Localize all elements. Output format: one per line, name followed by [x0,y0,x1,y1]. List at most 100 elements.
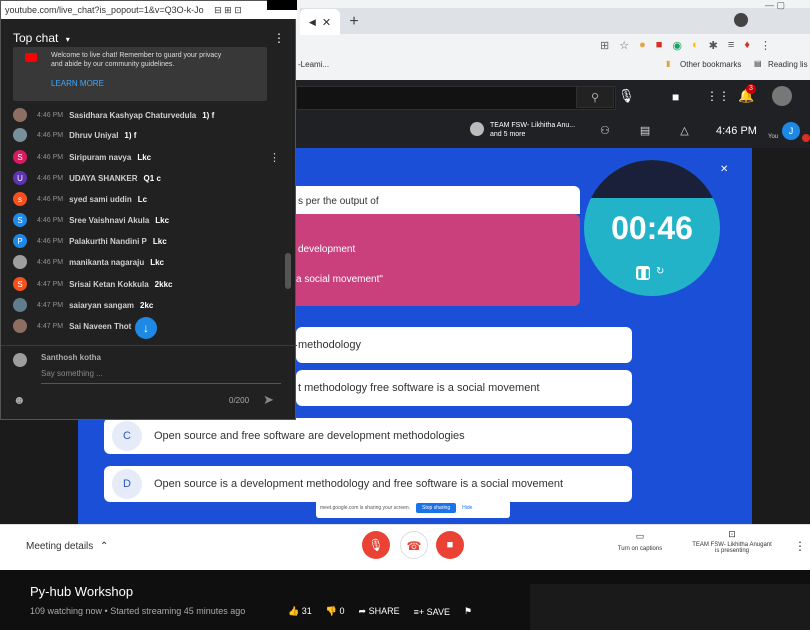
message-menu-icon[interactable]: ⋮ [269,151,280,164]
captions-button[interactable]: ▭ Turn on captions [612,531,668,552]
translate-icon[interactable]: ⊞ [600,39,609,52]
question-line: development [298,244,356,255]
learn-more-link[interactable]: LEARN MORE [51,79,104,88]
tab-active[interactable]: ◀ ✕ [300,9,340,35]
chat-avatar [13,319,27,333]
share-button[interactable]: ➦ SHARE [359,606,400,617]
answer-option-c[interactable]: C Open source and free software are deve… [104,418,632,454]
scrollbar-thumb[interactable] [285,253,291,289]
stop-sharing-button[interactable]: Stop sharing [416,503,457,513]
send-icon[interactable]: ➤ [263,392,274,408]
apps-icon[interactable]: ⋮⋮ [706,89,730,103]
profile-icon[interactable] [734,13,748,27]
question-line: s per the output of [298,196,379,207]
presenting-button[interactable]: ⊡ TEAM FSW- Likhitha Anugant is presenti… [684,529,780,554]
extension-icon[interactable]: ◉ [672,39,682,52]
top-chat-dropdown[interactable]: Top chat ▾ [13,31,70,45]
search-input[interactable] [296,86,616,110]
activities-icon[interactable]: △ [680,124,688,140]
answer-letter: D [112,469,142,499]
hide-button[interactable]: Hide [462,505,472,511]
divider [1,345,297,346]
chat-author: Sasidhara Kashyap Chaturvedula [69,110,197,120]
chat-author: Sai Naveen Thot [69,321,132,331]
bookmark-item[interactable]: -Leami... [298,60,329,69]
extension-icon[interactable]: ● [639,39,646,51]
composer-name: Santhosh kotha [41,353,102,362]
presenter-more: and 5 more [490,131,526,138]
more-options-icon[interactable]: ⋮ [273,31,285,45]
video-actions: 👍 31 👎 0 ➦ SHARE ≡+ SAVE ⚑ [288,606,472,617]
puzzle-icon[interactable]: ✱ [709,39,718,52]
close-icon[interactable]: ✕ [720,164,728,175]
notice-text: Welcome to live chat! Remember to guard … [51,51,221,69]
screen-share-notice: meet.google.com is sharing your screen. … [316,498,510,518]
chat-message[interactable]: 4:46 PM manikanta nagaraju Lkc [13,252,283,272]
notification-badge: 3 [746,84,756,94]
chat-time: 4:46 PM [37,258,64,266]
composer-avatar [13,353,27,367]
dislike-button[interactable]: 👎 0 [326,606,345,617]
chat-message[interactable]: 4:46 PM Sasidhara Kashyap Chaturvedula 1) … [13,105,283,125]
chat-message[interactable]: U 4:46 PM UDAYA SHANKER Q1 c [13,168,283,188]
chat-url-bar[interactable]: youtube.com/live_chat?is_popout=1&v=Q3O-… [1,1,297,19]
more-options-icon[interactable]: ⋮ [794,539,806,553]
leave-call-button[interactable]: ☎ [400,531,428,559]
bookmark-reading[interactable]: Reading lis [768,60,808,69]
like-button[interactable]: 👍 31 [288,606,312,617]
save-button[interactable]: ≡+ SAVE [414,607,450,617]
answer-option-a[interactable]: methodology [296,327,632,363]
you-label: You [768,134,779,140]
scroll-down-button[interactable]: ↓ [135,317,157,339]
chat-message[interactable]: s 4:46 PM syed sami uddin Lc [13,189,283,209]
window-icons[interactable]: ⊟ ⊞ ⊡ [214,5,242,15]
chat-time: 4:46 PM [37,195,64,203]
avatar[interactable] [772,86,792,106]
chat-author: Dhruv Uniyal [69,130,119,140]
mic-off-button[interactable]: 🎙 [362,531,390,559]
chat-message[interactable]: S 4:46 PM Sree Vaishnavi Akula Lkc [13,210,283,230]
chat-message[interactable]: P 4:46 PM Palakurthi Nandini P Lkc [13,231,283,251]
chat-message[interactable]: 4:46 PM Dhruv Uniyal 1) f [13,125,283,145]
answer-option-b[interactable]: t methodology free software is a social … [296,370,632,406]
people-icon[interactable]: ⚇ [600,124,610,140]
bookmark-other[interactable]: Other bookmarks [680,60,741,69]
extension-icon[interactable]: ♦ [744,39,750,51]
window-controls[interactable]: — ▢ [765,0,810,10]
extension-icon[interactable]: ◐ [692,39,699,51]
chat-icon[interactable]: ▤ [640,124,650,140]
tab-close-button[interactable]: ✕ [322,16,331,29]
chat-url: youtube.com/live_chat?is_popout=1&v=Q3O-… [5,5,204,15]
camera-off-button[interactable]: ■ [436,531,464,559]
more-icon[interactable]: ⋮ [760,39,771,52]
create-video-icon[interactable]: ■ [672,90,679,104]
chevron-down-icon: ▾ [65,35,70,44]
speaker-icon: ◀ [308,16,316,27]
answer-option-d[interactable]: D Open source is a development methodolo… [104,466,632,502]
pause-icon[interactable]: ❚❚ [636,266,651,280]
reset-icon[interactable]: ↻ [656,266,664,277]
answer-text: methodology [298,339,361,351]
emoji-icon[interactable]: ☻ [13,393,26,407]
star-icon[interactable]: ☆ [619,39,629,52]
folder-icon: ▮ [666,59,671,68]
meeting-details-button[interactable]: Meeting details ⌃ [26,541,108,552]
chat-input[interactable]: Say something ... [41,369,281,384]
answer-letter: C [112,421,142,451]
extension-icon[interactable]: ■ [656,39,663,51]
chat-message[interactable]: S 4:47 PM Srisai Ketan Kokkula 2kkc [13,274,283,294]
new-tab-button[interactable]: + [344,12,364,32]
chat-message[interactable]: S 4:46 PM Siripuram navya Lkc [13,147,283,167]
chat-time: 4:46 PM [37,237,64,245]
search-icon: ⚲ [590,92,600,104]
meet-stage-right [752,148,810,524]
chat-text: Lc [137,194,148,204]
dislike-count: 0 [339,606,345,616]
chat-author: Sree Vaishnavi Akula [69,215,150,225]
mic-icon[interactable]: 🎙 [618,88,635,104]
menu-icon[interactable]: ≡ [728,39,734,51]
chat-message[interactable]: 4:47 PM saiaryan sangam 2kc [13,295,283,315]
like-count: 31 [301,606,312,616]
flag-icon[interactable]: ⚑ [464,606,472,617]
search-button[interactable]: ⚲ [576,86,614,108]
